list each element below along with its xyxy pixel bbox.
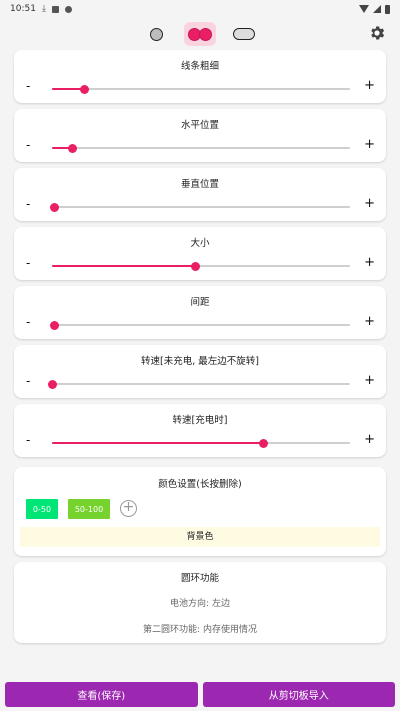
settings-list: 线条粗细 - + 水平位置 - + 垂直位置 - + 大小 - + 间距 - +…: [0, 50, 400, 643]
slider-title: 垂直位置: [180, 179, 219, 190]
slider-track[interactable]: [52, 143, 350, 153]
signal-icon: [373, 5, 381, 13]
slider-track[interactable]: [47, 379, 350, 389]
slider-thumb[interactable]: [50, 320, 60, 330]
slider-card-spacing: 间距 - +: [14, 286, 386, 339]
style-single-dot-button[interactable]: [140, 22, 172, 46]
status-left: 10:51 ⤓: [10, 4, 72, 14]
slider-card-line-thickness: 线条粗细 - +: [14, 50, 386, 103]
battery-direction-option[interactable]: 电池方向: 左边: [14, 596, 386, 609]
slider-track[interactable]: [52, 261, 350, 271]
increase-button[interactable]: +: [364, 138, 375, 151]
increase-button[interactable]: +: [364, 315, 375, 328]
loop-feature-title: 圆环功能: [180, 573, 219, 584]
color-settings-title: 颜色设置(长按删除): [158, 479, 242, 490]
slider-track[interactable]: [50, 202, 350, 212]
notification-icon: [51, 5, 59, 13]
background-color-button[interactable]: 背景色: [20, 527, 380, 547]
circle-notification-icon: [64, 5, 72, 13]
status-bar: 10:51 ⤓: [0, 0, 400, 18]
slider-fill: [52, 442, 264, 444]
increase-button[interactable]: +: [364, 374, 375, 387]
slider-track[interactable]: [52, 84, 350, 94]
increase-button[interactable]: +: [364, 433, 375, 446]
slider-thumb[interactable]: [190, 261, 200, 271]
slider-title: 线条粗细: [180, 61, 219, 72]
gear-icon[interactable]: [368, 24, 386, 42]
loop-feature-card: 圆环功能 电池方向: 左边 第二圆环功能: 内存使用情况: [14, 562, 386, 643]
import-from-clipboard-button[interactable]: 从剪切板导入: [202, 682, 395, 707]
status-right: [359, 4, 390, 14]
decrease-button[interactable]: -: [26, 198, 30, 210]
slider-card-vertical-position: 垂直位置 - +: [14, 168, 386, 221]
color-chip-50-100[interactable]: 50-100: [68, 499, 110, 519]
style-selector: [0, 22, 400, 46]
battery-icon: [385, 4, 390, 14]
slider-title: 大小: [190, 238, 210, 249]
slider-title: 转速[未充电, 最左边不旋转]: [141, 356, 259, 367]
slider-title: 间距: [190, 297, 210, 308]
slider-card-horizontal-position: 水平位置 - +: [14, 109, 386, 162]
slider-track[interactable]: [52, 438, 350, 448]
slider-thumb[interactable]: [259, 438, 269, 448]
decrease-button[interactable]: -: [26, 139, 30, 151]
increase-button[interactable]: +: [364, 79, 375, 92]
second-loop-option[interactable]: 第二圆环功能: 内存使用情况: [14, 622, 386, 635]
decrease-button[interactable]: -: [26, 316, 30, 328]
color-settings-card: 颜色设置(长按删除) 0-50 50-100 + 背景色: [14, 467, 386, 556]
header: [0, 18, 400, 50]
single-dot-icon: [149, 27, 163, 41]
download-icon: ⤓: [41, 4, 46, 14]
double-dot-icon: [188, 27, 212, 41]
slider-title: 水平位置: [180, 120, 219, 131]
decrease-button[interactable]: -: [26, 257, 30, 269]
view-save-button[interactable]: 查看(保存): [5, 682, 198, 707]
slider-title: 转速[充电时]: [172, 415, 228, 426]
decrease-button[interactable]: -: [26, 434, 30, 446]
pill-icon: [233, 28, 255, 40]
style-double-dot-button[interactable]: [184, 22, 216, 46]
slider-card-size: 大小 - +: [14, 227, 386, 280]
slider-thumb[interactable]: [68, 143, 78, 153]
slider-card-speed-charging: 转速[充电时] - +: [14, 404, 386, 457]
wifi-icon: [359, 5, 369, 13]
bottom-bar: 查看(保存) 从剪切板导入: [5, 682, 395, 707]
slider-fill: [52, 265, 196, 267]
slider-thumb[interactable]: [50, 202, 60, 212]
add-color-icon[interactable]: +: [120, 500, 137, 517]
slider-card-speed-not-charging: 转速[未充电, 最左边不旋转] - +: [14, 345, 386, 398]
color-chip-0-50[interactable]: 0-50: [26, 499, 58, 519]
increase-button[interactable]: +: [364, 197, 375, 210]
slider-track[interactable]: [50, 320, 350, 330]
decrease-button[interactable]: -: [26, 375, 30, 387]
decrease-button[interactable]: -: [26, 80, 30, 92]
increase-button[interactable]: +: [364, 256, 375, 269]
slider-thumb[interactable]: [47, 379, 57, 389]
style-pill-button[interactable]: [228, 22, 260, 46]
status-time: 10:51: [10, 4, 36, 14]
slider-thumb[interactable]: [80, 84, 90, 94]
